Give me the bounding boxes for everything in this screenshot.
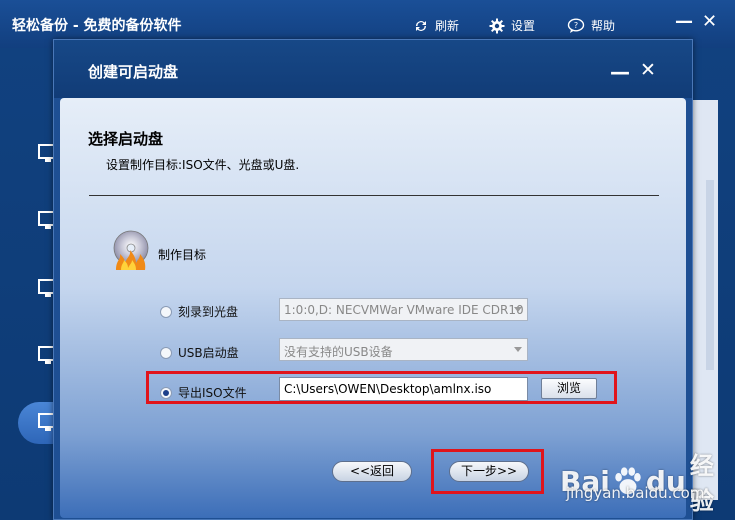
app-title: 轻松备份 - 免费的备份软件	[12, 18, 182, 34]
settings-button[interactable]: 设置	[489, 17, 535, 34]
panel-heading: 选择启动盘	[88, 130, 164, 148]
dialog-close-button[interactable]: ✕	[640, 59, 656, 81]
disc-flame-icon	[113, 230, 149, 270]
dialog-header: 创建可启动盘 — ✕	[54, 40, 692, 98]
cd-drive-select[interactable]: 1:0:0,D: NECVMWar VMware IDE CDR10 1.00	[279, 298, 528, 321]
radio-burn-cd[interactable]: 刻录到光盘	[160, 303, 238, 320]
highlight-box-next	[431, 449, 544, 494]
refresh-label: 刷新	[435, 19, 460, 33]
baidu-jingyan-logo: Bai du 经验	[560, 446, 735, 516]
app-minimize-button[interactable]: —	[675, 12, 693, 32]
watermark-url: jingyan.baidu.com	[566, 484, 705, 502]
radio-burn-cd-label: 刻录到光盘	[178, 305, 239, 319]
cd-drive-select-value: 1:0:0,D: NECVMWar VMware IDE CDR10 1.00	[284, 303, 528, 317]
usb-device-select[interactable]: 没有支持的USB设备	[279, 338, 528, 361]
help-button[interactable]: ? 帮助	[567, 17, 615, 34]
background-scrollbar[interactable]	[706, 180, 714, 370]
help-label: 帮助	[591, 19, 616, 33]
refresh-button[interactable]: 刷新	[413, 17, 459, 34]
settings-label: 设置	[511, 19, 536, 33]
highlight-box-iso-row	[146, 371, 617, 404]
radio-usb-boot-label: USB启动盘	[178, 346, 239, 360]
radio-usb-boot-circle[interactable]	[160, 346, 172, 359]
chevron-down-icon	[514, 347, 522, 352]
help-bubble-icon: ?	[567, 17, 585, 34]
svg-text:?: ?	[574, 21, 578, 30]
gear-icon	[489, 18, 505, 34]
refresh-icon	[413, 18, 429, 34]
dialog-minimize-button[interactable]: —	[610, 60, 630, 84]
dialog-title: 创建可启动盘	[88, 63, 179, 81]
target-label: 制作目标	[158, 248, 207, 262]
watermark-brand-cn: 经验	[689, 452, 714, 515]
chevron-down-icon	[514, 307, 522, 312]
panel-divider	[89, 195, 659, 196]
radio-usb-boot[interactable]: USB启动盘	[160, 344, 239, 361]
radio-burn-cd-circle[interactable]	[160, 305, 172, 318]
back-button[interactable]: <<返回	[332, 461, 412, 482]
app-close-button[interactable]: ✕	[702, 12, 717, 32]
usb-device-select-value: 没有支持的USB设备	[284, 345, 393, 359]
panel-subheading: 设置制作目标:ISO文件、光盘或U盘.	[106, 158, 300, 172]
